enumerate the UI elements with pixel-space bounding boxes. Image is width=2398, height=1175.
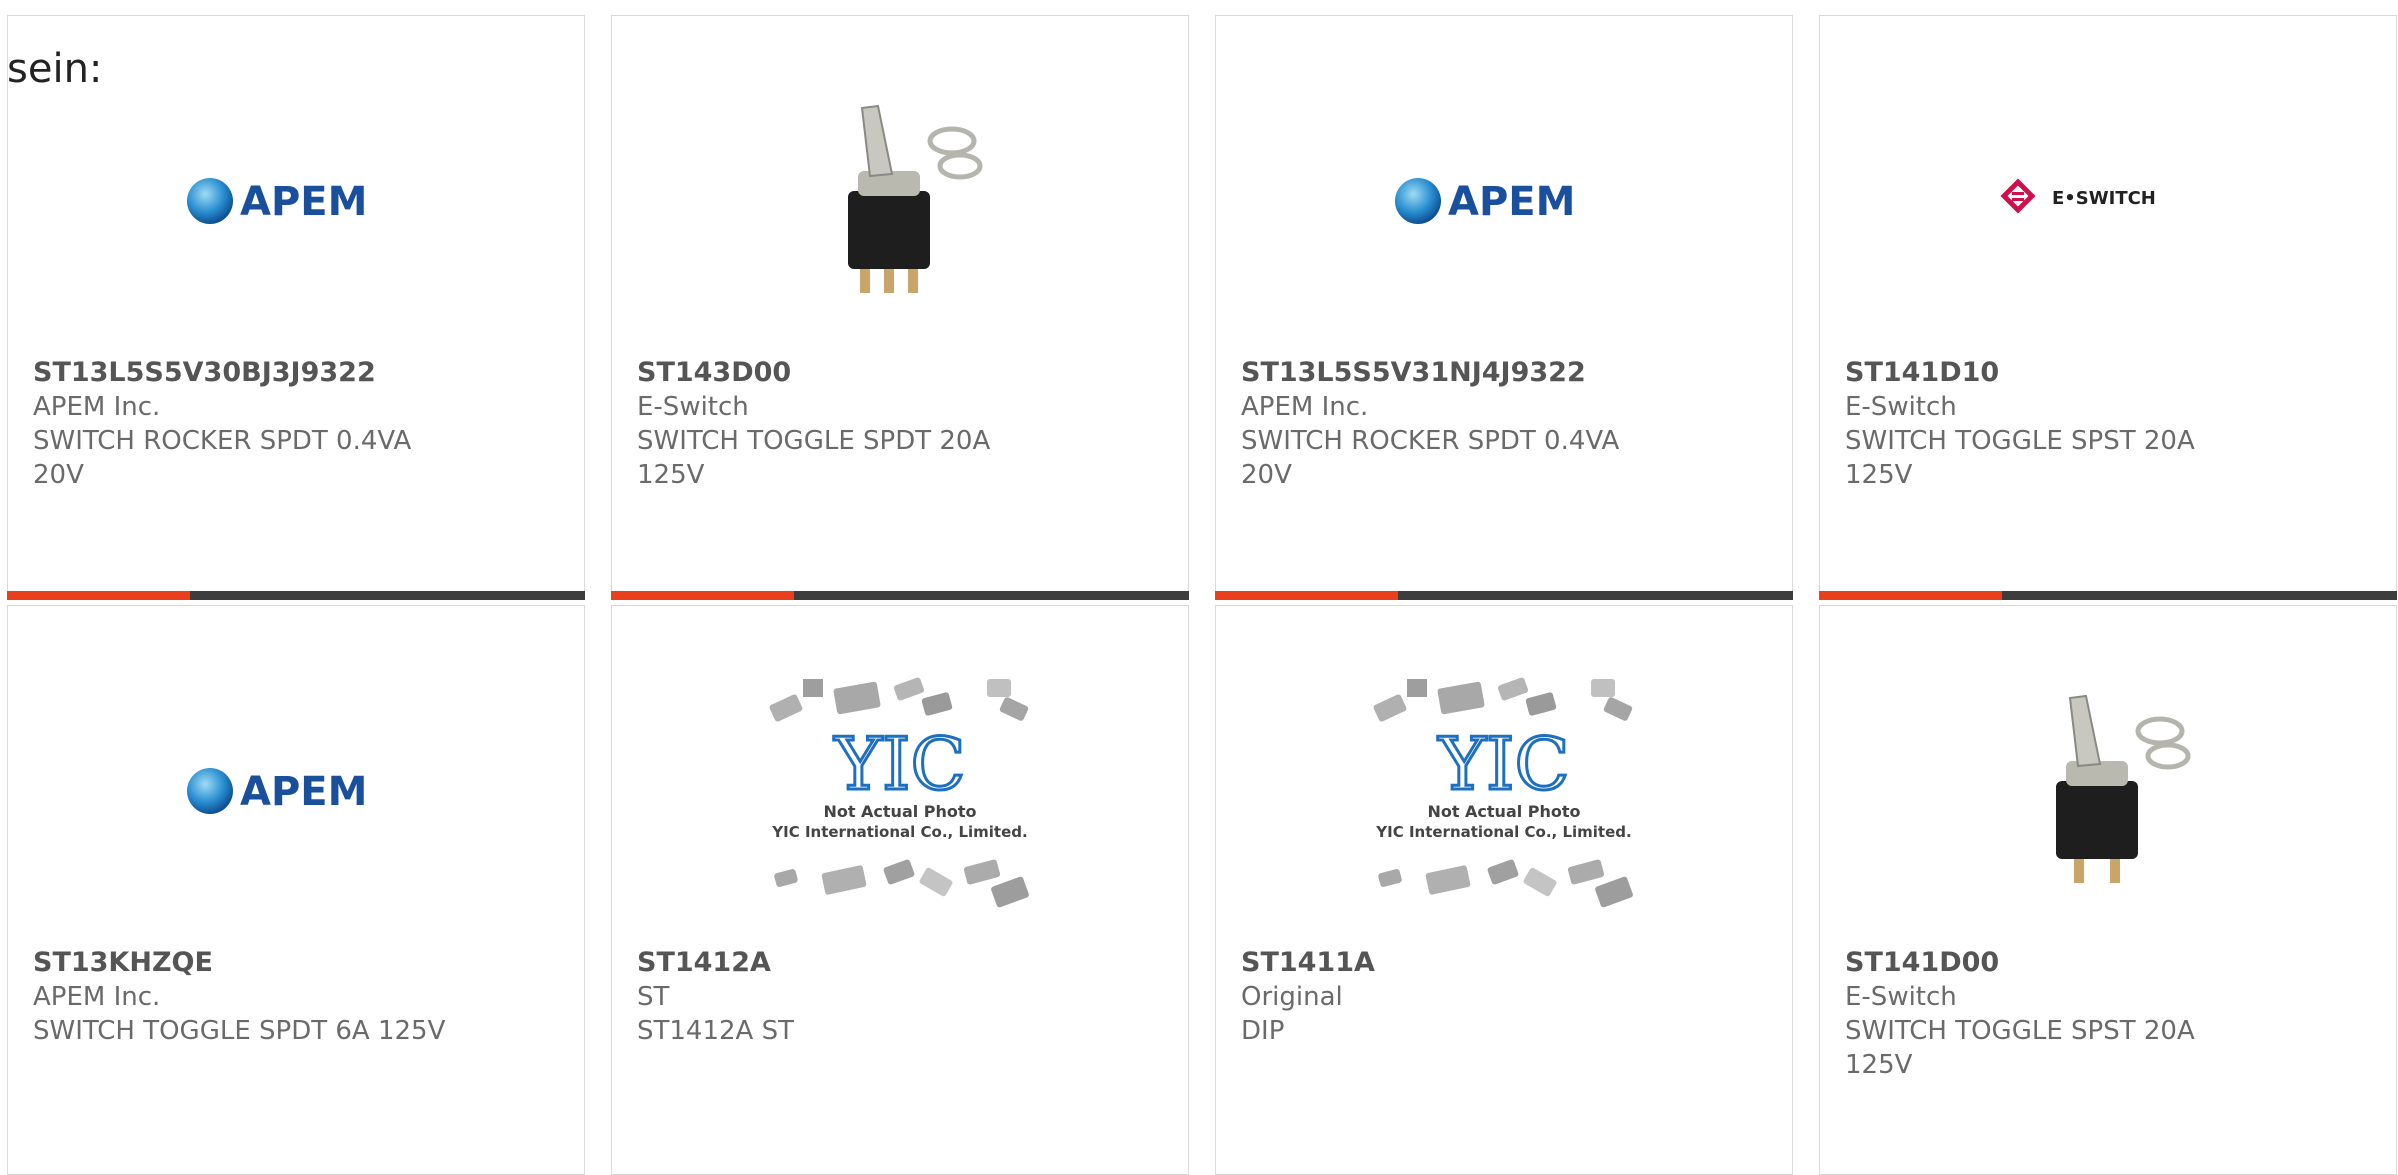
part-number-link[interactable]: ST1411A [1241, 946, 1661, 980]
eswitch-logo-icon: E•SWITCH [2000, 178, 2156, 214]
product-card[interactable]: YIC Not Actual Photo YIC International C… [1215, 605, 1793, 1175]
yic-placeholder-icon: YIC Not Actual Photo YIC International C… [769, 677, 1029, 908]
description: SWITCH TOGGLE SPST 20A 125V [1845, 426, 2195, 490]
product-image[interactable]: APEM [8, 641, 584, 941]
svg-text:E•SWITCH: E•SWITCH [2052, 188, 2156, 209]
product-card[interactable]: ST143D00 E-Switch SWITCH TOGGLE SPDT 20A… [611, 15, 1189, 600]
product-image[interactable]: YIC Not Actual Photo YIC International C… [1216, 641, 1792, 941]
description: SWITCH TOGGLE SPST 20A 125V [1845, 1016, 2195, 1080]
description: SWITCH ROCKER SPDT 0.4VA 20V [1241, 426, 1620, 490]
product-card[interactable]: YIC Not Actual Photo YIC International C… [611, 605, 1189, 1175]
description: DIP [1241, 1016, 1285, 1046]
svg-text:Not Actual Photo: Not Actual Photo [823, 802, 976, 821]
toggle-switch-icon [848, 104, 983, 293]
product-card[interactable]: APEM ST13KHZQE APEM Inc. SWITCH TOGGLE S… [7, 605, 585, 1175]
description: SWITCH ROCKER SPDT 0.4VA 20V [33, 426, 412, 490]
toggle-switch-icon [2056, 694, 2191, 883]
product-image[interactable]: YIC Not Actual Photo YIC International C… [612, 641, 1188, 941]
part-number-link[interactable]: ST13KHZQE [33, 946, 453, 980]
svg-text:YIC: YIC [833, 722, 965, 806]
manufacturer: Original [1241, 982, 1343, 1012]
apem-logo-icon: APEM [187, 768, 367, 815]
manufacturer: ST [637, 982, 670, 1012]
manufacturer: E-Switch [637, 392, 749, 422]
part-number-link[interactable]: ST141D10 [1845, 356, 2265, 390]
svg-text:YIC: YIC [1437, 722, 1569, 806]
description: SWITCH TOGGLE SPDT 20A 125V [637, 426, 991, 490]
apem-logo-icon: APEM [1395, 178, 1575, 225]
yic-placeholder-icon: YIC Not Actual Photo YIC International C… [1373, 677, 1633, 908]
part-number-link[interactable]: ST13L5S5V30BJ3J9322 [33, 356, 453, 390]
description: SWITCH TOGGLE SPDT 6A 125V [33, 1016, 446, 1046]
svg-text:YIC International Co., Limited: YIC International Co., Limited. [1375, 823, 1631, 841]
product-image[interactable] [612, 51, 1188, 351]
product-card[interactable]: ST141D00 E-Switch SWITCH TOGGLE SPST 20A… [1819, 605, 2397, 1175]
svg-text:Not Actual Photo: Not Actual Photo [1427, 802, 1580, 821]
card-divider [1215, 591, 1793, 600]
part-number-link[interactable]: ST13L5S5V31NJ4J9322 [1241, 356, 1661, 390]
svg-text:APEM: APEM [1448, 179, 1575, 225]
product-card[interactable]: E•SWITCH ST141D10 E-Switch SWITCH TOGGLE… [1819, 15, 2397, 600]
manufacturer: APEM Inc. [33, 982, 161, 1012]
section-label: sein: [7, 46, 103, 92]
product-image[interactable]: APEM [1216, 51, 1792, 351]
manufacturer: E-Switch [1845, 392, 1957, 422]
product-card[interactable]: APEM ST13L5S5V31NJ4J9322 APEM Inc. SWITC… [1215, 15, 1793, 600]
manufacturer: E-Switch [1845, 982, 1957, 1012]
card-divider [7, 591, 585, 600]
product-image[interactable]: E•SWITCH [1820, 51, 2396, 351]
svg-text:APEM: APEM [240, 769, 367, 815]
manufacturer: APEM Inc. [1241, 392, 1369, 422]
svg-text:YIC International Co., Limited: YIC International Co., Limited. [771, 823, 1027, 841]
card-divider [1819, 591, 2397, 600]
apem-logo-icon: APEM [187, 178, 367, 225]
manufacturer: APEM Inc. [33, 392, 161, 422]
description: ST1412A ST [637, 1016, 794, 1046]
part-number-link[interactable]: ST1412A [637, 946, 1057, 980]
svg-text:APEM: APEM [240, 179, 367, 225]
part-number-link[interactable]: ST141D00 [1845, 946, 2265, 980]
product-card[interactable]: APEM ST13L5S5V30BJ3J9322 APEM Inc. SWITC… [7, 15, 585, 600]
product-image[interactable]: APEM [8, 51, 584, 351]
product-image[interactable] [1820, 641, 2396, 941]
card-divider [611, 591, 1189, 600]
part-number-link[interactable]: ST143D00 [637, 356, 1057, 390]
